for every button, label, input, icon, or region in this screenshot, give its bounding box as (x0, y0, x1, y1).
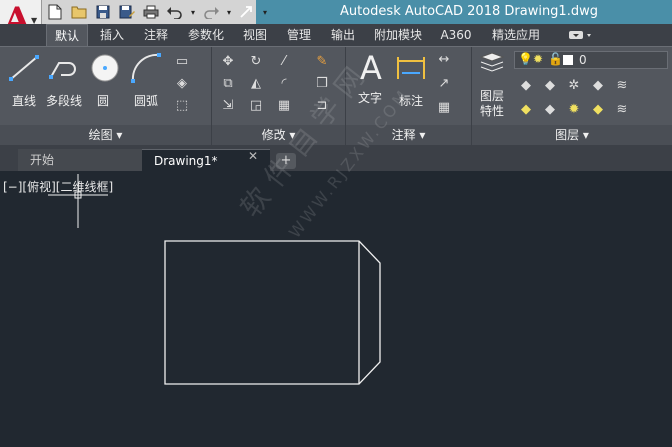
start-tab[interactable]: 开始 (18, 149, 146, 171)
arc-button[interactable]: 圆弧 (128, 51, 164, 109)
table-icon[interactable]: ▦ (434, 99, 454, 117)
layers-panel: 图层 特性 💡 ✹ 🔓 0 ◆ ◆ ✲ ◆ ≋ ◆ ◆ ✹ ◆ ≋ 图层 ▾ (472, 47, 672, 145)
open-icon[interactable] (68, 1, 90, 23)
layer-match-icon[interactable]: ≋ (612, 77, 632, 95)
draw-panel-title[interactable]: 绘图 ▾ (0, 125, 211, 145)
tab-featured-apps[interactable]: 精选应用 (484, 24, 548, 46)
redo-dropdown-icon[interactable]: ▾ (224, 1, 234, 23)
polyline-label: 多段线 (45, 94, 82, 108)
leader-icon[interactable]: ↗ (434, 75, 454, 93)
drawn-polyline-shape (164, 240, 381, 385)
unlock-icon: 🔓 (548, 52, 563, 66)
circle-icon (91, 54, 119, 82)
scale-icon[interactable]: ◲ (246, 97, 266, 115)
linear-dim-icon[interactable]: ↔ (434, 51, 454, 69)
quick-access-toolbar: ▾ ▾ ▾ (44, 0, 270, 24)
mirror-icon[interactable]: ◭ (246, 75, 266, 93)
new-icon[interactable] (44, 1, 66, 23)
circle-label: 圆 (96, 94, 109, 108)
close-icon[interactable]: ✕ (248, 149, 258, 163)
trim-icon[interactable]: ⁄ (274, 53, 294, 71)
erase-icon[interactable]: ✎ (312, 53, 332, 71)
undo-icon[interactable] (164, 1, 186, 23)
fillet-icon[interactable]: ◜ (274, 75, 294, 93)
polyline-icon (49, 62, 76, 79)
print-icon[interactable] (140, 1, 162, 23)
layer-freeze-icon[interactable]: ✲ (564, 77, 584, 95)
saveas-icon[interactable] (116, 1, 138, 23)
ribbon-toggle-icon[interactable] (562, 24, 598, 46)
tab-annotate[interactable]: 注释 (138, 24, 174, 46)
rectangle-icon[interactable]: ▭ (172, 53, 192, 71)
tab-parametric[interactable]: 参数化 (182, 24, 230, 46)
dimension-icon (397, 57, 425, 79)
tab-a360[interactable]: A360 (436, 24, 476, 46)
arc-label: 圆弧 (133, 94, 158, 108)
viewport-label[interactable]: [−][俯视][二维线框] (3, 178, 113, 195)
tab-default[interactable]: 默认 (46, 24, 88, 46)
circle-button[interactable]: 圆 (88, 51, 119, 109)
move-icon[interactable]: ✥ (218, 53, 238, 71)
tab-addins[interactable]: 附加模块 (368, 24, 428, 46)
line-icon (9, 55, 39, 81)
stretch-icon[interactable]: ⇲ (218, 97, 238, 115)
layer-color-swatch (563, 55, 573, 65)
redo-icon[interactable] (200, 1, 222, 23)
array-icon[interactable]: ▦ (274, 97, 294, 115)
layer-dropdown[interactable]: 💡 ✹ 🔓 0 (514, 51, 668, 69)
line-label: 直线 (11, 94, 36, 108)
title-bar: ▾ ▾ ▾ Autodesk AutoCAD 2018 Drawing1.dwg (0, 0, 672, 24)
copy-icon[interactable]: ⧉ (218, 75, 238, 93)
ribbon-tabs: 默认 插入 注释 参数化 视图 管理 输出 附加模块 A360 精选应用 (0, 24, 672, 46)
current-layer-name: 0 (579, 53, 587, 67)
layer-off-icon[interactable]: ◆ (516, 77, 536, 95)
tab-insert[interactable]: 插入 (94, 24, 130, 46)
window-title: Autodesk AutoCAD 2018 Drawing1.dwg (340, 4, 598, 19)
hatch-icon[interactable]: ◈ (172, 75, 192, 93)
boundary-icon[interactable]: ⬚ (172, 97, 192, 115)
layers-panel-title[interactable]: 图层 ▾ (472, 125, 672, 145)
tab-view[interactable]: 视图 (238, 24, 272, 46)
layer-lock-icon[interactable]: ◆ (588, 77, 608, 95)
layer-unisolate-icon[interactable]: ◆ (540, 101, 560, 119)
layer-isolate-icon[interactable]: ◆ (540, 77, 560, 95)
layer-stack-icon (479, 52, 505, 72)
rotate-icon[interactable]: ↻ (246, 53, 266, 71)
line-button[interactable]: 直线 (6, 51, 42, 109)
share-icon[interactable] (236, 1, 258, 23)
tab-output[interactable]: 输出 (326, 24, 360, 46)
draw-panel: 直线 多段线 圆 圆弧 ▭ ◈ ⬚ 绘图 ▾ (0, 47, 212, 145)
lightbulb-icon: 💡 (518, 52, 533, 66)
sun-icon: ✹ (533, 52, 544, 66)
layer-properties-label: 图层 特性 (479, 89, 504, 118)
drawing-canvas[interactable] (0, 171, 672, 447)
share-dropdown-icon[interactable]: ▾ (260, 1, 270, 23)
save-icon[interactable] (92, 1, 114, 23)
layer-thaw-icon[interactable]: ✹ (564, 101, 584, 119)
arc-icon (131, 53, 161, 83)
undo-dropdown-icon[interactable]: ▾ (188, 1, 198, 23)
polyline-button[interactable]: 多段线 (44, 51, 84, 109)
tab-manage[interactable]: 管理 (282, 24, 316, 46)
layer-on-icon[interactable]: ◆ (516, 101, 536, 119)
layer-unlock-icon[interactable]: ◆ (588, 101, 608, 119)
drawing-svg (164, 240, 381, 385)
layer-properties-button[interactable]: 图层 特性 (474, 51, 510, 119)
layer-previous-icon[interactable]: ≋ (612, 101, 632, 119)
